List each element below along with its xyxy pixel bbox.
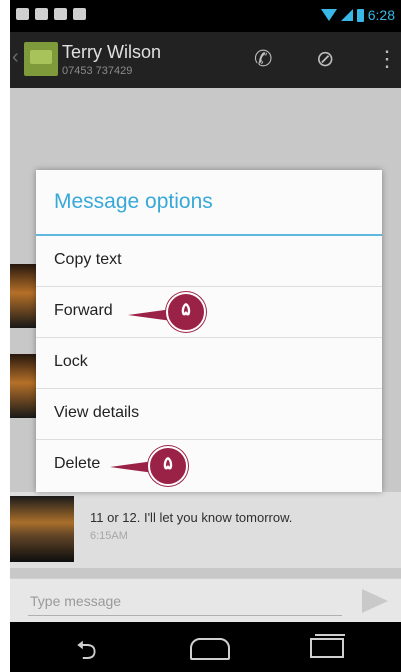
notification-icons xyxy=(16,8,86,20)
option-delete[interactable]: Delete xyxy=(36,440,382,490)
navigation-bar: ⮌ xyxy=(10,622,401,672)
battery-icon xyxy=(356,8,364,22)
nav-recents-icon[interactable] xyxy=(310,634,345,658)
option-label: View details xyxy=(54,404,140,421)
callout-marker: ۵ xyxy=(148,446,188,486)
message-notification-icon xyxy=(16,8,29,20)
option-forward[interactable]: Forward xyxy=(36,287,382,338)
option-label: Lock xyxy=(54,353,88,370)
attach-icon[interactable]: ⊘ xyxy=(316,46,334,72)
overflow-menu-icon[interactable]: ⋮ xyxy=(376,46,398,72)
callout-number: ۵ xyxy=(163,453,173,473)
phone-screen: 6:28 ‹ Terry Wilson 07453 737429 ✆ ⊘ ⋮ 1… xyxy=(10,0,401,672)
status-time: 6:28 xyxy=(367,7,395,23)
nav-back-icon[interactable]: ⮌ xyxy=(76,632,97,672)
wifi-icon xyxy=(320,9,337,21)
option-label: Delete xyxy=(54,455,101,472)
nav-home-icon[interactable] xyxy=(190,638,230,660)
callout-marker: ۵ xyxy=(166,292,206,332)
action-bar: ‹ Terry Wilson 07453 737429 ✆ ⊘ ⋮ xyxy=(10,32,401,88)
compose-bar xyxy=(10,578,401,623)
dialog-title: Message options xyxy=(54,190,213,213)
message-input[interactable] xyxy=(28,587,342,616)
callout-number: ۵ xyxy=(181,299,191,319)
contact-name: Terry Wilson xyxy=(62,42,162,62)
option-lock[interactable]: Lock xyxy=(36,338,382,389)
contact-avatar[interactable] xyxy=(24,42,58,76)
bag-notification-icon xyxy=(54,8,67,20)
status-bar: 6:28 xyxy=(10,0,401,32)
back-chevron-icon[interactable]: ‹ xyxy=(12,46,19,69)
android-notification-icon xyxy=(35,8,48,20)
call-icon[interactable]: ✆ xyxy=(254,46,272,72)
option-label: Copy text xyxy=(54,251,122,268)
signal-icon xyxy=(340,9,353,21)
option-label: Forward xyxy=(54,302,113,319)
contact-phone: 07453 737429 xyxy=(62,65,133,77)
option-copy-text[interactable]: Copy text xyxy=(36,236,382,287)
bag-notification-icon xyxy=(73,8,86,20)
message-options-dialog: Message options Copy text Forward Lock V… xyxy=(36,170,382,492)
option-view-details[interactable]: View details xyxy=(36,389,382,440)
status-indicators: 6:28 xyxy=(320,7,395,23)
send-icon[interactable] xyxy=(362,589,388,613)
